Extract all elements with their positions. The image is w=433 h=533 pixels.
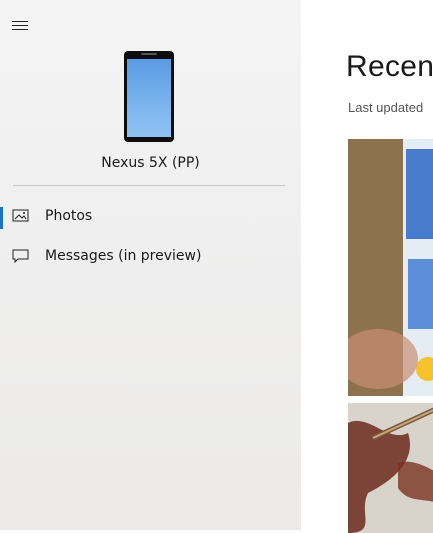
photo-image <box>348 139 433 396</box>
menu-toggle-button[interactable] <box>12 19 30 33</box>
message-icon <box>12 249 29 264</box>
sidebar-item-label: Photos <box>45 208 93 224</box>
device-name: Nexus 5X (PP) <box>101 155 200 171</box>
phone-device-icon <box>124 51 174 142</box>
last-updated-text: Last updated <box>348 100 424 115</box>
hamburger-line <box>12 25 28 26</box>
navigation-pane: Nexus 5X (PP) Photos Messages (in previe… <box>0 0 301 530</box>
sidebar-divider <box>13 185 285 186</box>
photos-icon <box>12 209 29 222</box>
page-title: Recen <box>346 50 433 83</box>
active-indicator <box>0 207 3 229</box>
hamburger-line <box>12 21 28 22</box>
phone-earpiece <box>141 53 157 55</box>
phone-screen <box>127 59 171 137</box>
sidebar-item-messages[interactable]: Messages (in preview) <box>0 242 301 282</box>
photo-image <box>348 403 433 533</box>
photo-thumbnail[interactable] <box>348 403 433 533</box>
hamburger-line <box>12 29 28 30</box>
sidebar-item-label: Messages (in preview) <box>45 248 202 264</box>
photo-thumbnail[interactable] <box>348 139 433 396</box>
sidebar-item-photos[interactable]: Photos <box>0 202 301 242</box>
